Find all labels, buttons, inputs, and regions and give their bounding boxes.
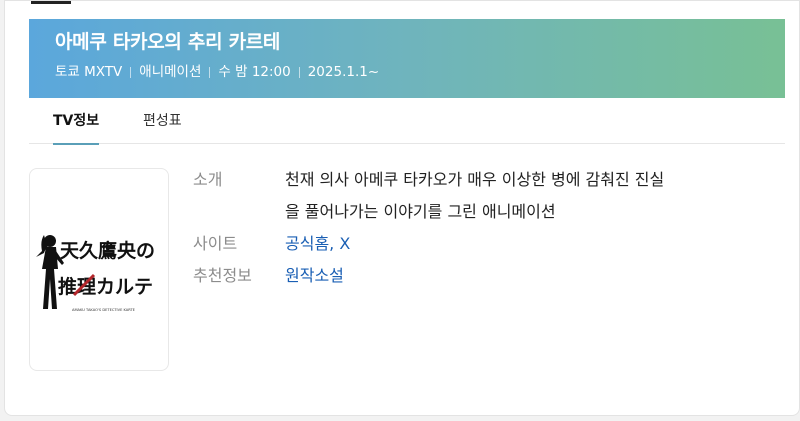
meta-divider <box>298 66 300 78</box>
poster-logo-image: 天久鷹央の 推理カルテ AMAKU TAKAO'S DETECTIVE KART… <box>36 235 155 312</box>
x-link[interactable]: X <box>339 234 350 253</box>
intro-text-line-1: 천재 의사 아메쿠 타카오가 매우 이상한 병에 감춰진 진실 <box>285 170 665 189</box>
intro-label: 소개 <box>193 170 223 189</box>
meta-start-date: 2025.1.1~ <box>307 64 380 80</box>
info-row-intro: 소개 천재 의사 아메쿠 타카오가 매우 이상한 병에 감춰진 진실 을 풀어나… <box>193 164 773 228</box>
logo-line-1: 天久鷹央の <box>60 239 155 262</box>
info-row-recommend: 추천정보 원작소설 <box>193 260 773 292</box>
program-header: 아메쿠 타카오의 추리 카르테 토쿄 MXTV 애니메이션 수 밤 12:00 … <box>29 19 785 98</box>
program-meta: 토쿄 MXTV 애니메이션 수 밤 12:00 2025.1.1~ <box>55 63 785 81</box>
program-title: 아메쿠 타카오의 추리 카르테 <box>55 31 281 53</box>
tab-schedule[interactable]: 편성표 <box>143 98 182 144</box>
tab-bar: TV정보 편성표 <box>29 98 785 145</box>
recommend-label: 추천정보 <box>193 266 252 285</box>
site-label: 사이트 <box>193 234 238 253</box>
logo-subtitle: AMAKU TAKAO'S DETECTIVE KARTE <box>72 308 136 312</box>
info-row-site: 사이트 공식홈, X <box>193 228 773 260</box>
original-novel-link[interactable]: 원작소설 <box>285 266 344 285</box>
meta-divider <box>209 66 211 78</box>
meta-airtime: 수 밤 12:00 <box>218 64 291 80</box>
top-edge-mark <box>31 1 71 4</box>
program-poster[interactable]: 天久鷹央の 推理カルテ AMAKU TAKAO'S DETECTIVE KART… <box>29 168 169 371</box>
recommend-links: 원작소설 <box>285 260 344 292</box>
program-info: 소개 천재 의사 아메쿠 타카오가 매우 이상한 병에 감춰진 진실 을 풀어나… <box>193 164 773 292</box>
logo-line-2: 推理カルテ <box>58 275 153 298</box>
meta-genre: 애니메이션 <box>139 64 202 80</box>
intro-text-line-2: 을 풀어나가는 이야기를 그린 애니메이션 <box>285 202 556 221</box>
intro-text: 천재 의사 아메쿠 타카오가 매우 이상한 병에 감춰진 진실 을 풀어나가는 … <box>285 164 769 228</box>
official-site-link[interactable]: 공식홈 <box>285 234 329 253</box>
link-separator: , <box>329 234 340 253</box>
site-links: 공식홈, X <box>285 228 350 260</box>
meta-channel: 토쿄 MXTV <box>55 64 123 80</box>
tab-tv-info[interactable]: TV정보 <box>53 98 100 145</box>
program-card: 아메쿠 타카오의 추리 카르테 토쿄 MXTV 애니메이션 수 밤 12:00 … <box>4 0 800 416</box>
meta-divider <box>130 66 132 78</box>
